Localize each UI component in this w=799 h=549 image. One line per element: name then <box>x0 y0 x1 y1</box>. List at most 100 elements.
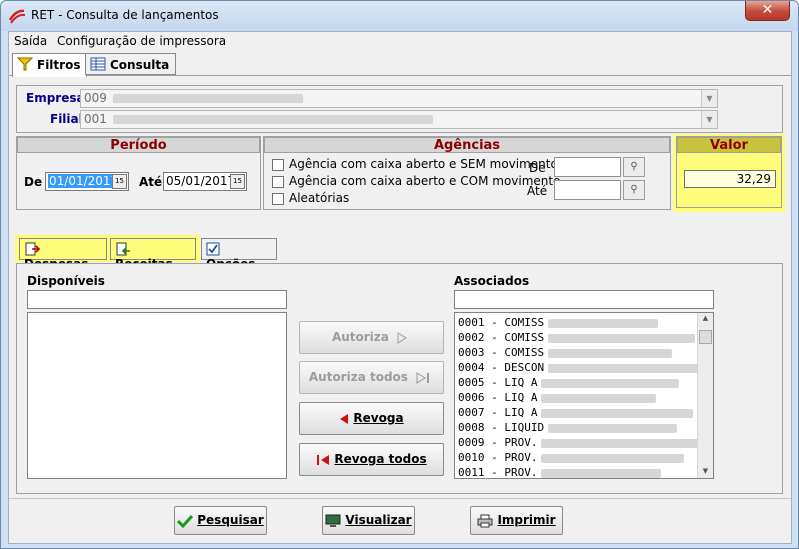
list-item[interactable]: 0002 - COMISS <box>458 331 696 344</box>
checkbox-aleatorias-label: Aleatórias <box>289 191 350 205</box>
list-item[interactable]: 0005 - LIQ A <box>458 376 680 389</box>
associados-label: Associados <box>454 274 530 288</box>
list-item-redacted <box>548 318 659 328</box>
scroll-down-icon[interactable]: ▼ <box>699 467 712 477</box>
app-logo-icon <box>8 9 26 24</box>
periodo-title: Período <box>17 137 260 153</box>
revoga-label: Revoga <box>353 411 404 425</box>
subtab-opcoes[interactable]: Opções <box>201 238 277 271</box>
list-item-redacted <box>541 393 657 403</box>
chevron-down-icon[interactable]: ▼ <box>701 111 717 128</box>
menu-bar: Saída Configuração de impressora <box>9 32 791 50</box>
list-item-label: 0007 - LIQ A <box>458 406 538 419</box>
data-ate-value: 05/01/2017 <box>166 174 236 188</box>
disponiveis-list[interactable] <box>27 312 287 479</box>
list-item[interactable]: 0003 - COMISS <box>458 346 673 359</box>
list-item-label: 0003 - COMISS <box>458 346 545 359</box>
tab-filtros[interactable]: Filtros <box>12 53 88 77</box>
menu-configuracao-impressora[interactable]: Configuração de impressora <box>57 34 226 48</box>
empresa-label: Empresa <box>26 91 85 105</box>
binoculars-icon[interactable]: ⚲ <box>623 180 645 200</box>
filial-name-redacted <box>112 115 433 124</box>
associados-filter-input[interactable] <box>454 290 714 309</box>
app-window: RET - Consulta de lançamentos ✕ Saída Co… <box>0 0 799 549</box>
list-item[interactable]: 0011 - PROV. <box>458 466 662 479</box>
table-icon <box>90 57 106 71</box>
ate-label: Até <box>139 175 163 189</box>
calendar-icon[interactable]: 15 <box>230 174 245 189</box>
checkbox-com-movimento-label: Agência com caixa aberto e COM movimento <box>289 174 561 188</box>
imprimir-label: Imprimir <box>497 513 556 527</box>
visualizar-label: Visualizar <box>345 513 412 527</box>
client-area: Saída Configuração de impressora Filtros… <box>8 31 792 544</box>
list-item-redacted <box>541 453 685 463</box>
title-bar[interactable]: RET - Consulta de lançamentos ✕ <box>1 1 798 31</box>
document-out-icon <box>25 242 40 256</box>
list-item-redacted <box>548 333 696 343</box>
scroll-thumb[interactable] <box>699 330 712 344</box>
list-item[interactable]: 0001 - COMISS <box>458 316 659 329</box>
vertical-scrollbar[interactable]: ▲ ▼ <box>697 313 713 478</box>
close-button[interactable]: ✕ <box>745 1 790 21</box>
list-item-redacted <box>548 363 710 373</box>
subtab-receitas[interactable]: Receitas <box>110 238 196 271</box>
scroll-up-icon[interactable]: ▲ <box>699 314 712 324</box>
agencia-ate-input[interactable] <box>554 180 621 200</box>
empresa-value: 009 <box>84 91 107 105</box>
list-item-label: 0005 - LIQ A <box>458 376 538 389</box>
revoga-button[interactable]: Revoga <box>299 402 444 435</box>
list-item-label: 0011 - PROV. <box>458 466 538 479</box>
associados-list[interactable]: 0011 - PROV. 0010 - PROV. 0009 - PROV. 0008… <box>454 312 714 479</box>
list-item[interactable]: 0008 - LIQUID <box>458 421 678 434</box>
list-item-redacted <box>548 423 678 433</box>
revoga-todos-button[interactable]: Revoga todos <box>299 443 444 476</box>
checkbox-sem-movimento[interactable] <box>272 159 284 171</box>
list-item[interactable]: 0006 - LIQ A <box>458 391 657 404</box>
menu-saida[interactable]: Saída <box>14 34 47 48</box>
list-item-redacted <box>541 468 662 478</box>
autoriza-todos-button[interactable]: Autoriza todos <box>299 361 444 394</box>
subtab-despesas[interactable]: Despesas <box>19 238 107 271</box>
data-de-input[interactable]: 01/01/2017 15 <box>45 172 129 191</box>
data-ate-input[interactable]: 05/01/2017 15 <box>163 172 247 191</box>
imprimir-button[interactable]: Imprimir <box>470 506 563 535</box>
checkbox-checked-icon <box>206 242 220 256</box>
list-item-label: 0006 - LIQ A <box>458 391 538 404</box>
revoga-todos-label: Revoga todos <box>334 452 427 466</box>
funnel-icon <box>17 57 33 71</box>
printer-icon <box>477 514 493 527</box>
list-item[interactable]: 0007 - LIQ A <box>458 406 694 419</box>
checkbox-com-movimento[interactable] <box>272 176 284 188</box>
list-item-redacted <box>541 378 680 388</box>
list-item[interactable]: 0010 - PROV. <box>458 451 685 464</box>
play-left-icon <box>340 413 349 424</box>
list-item-redacted <box>541 438 708 448</box>
pesquisar-button[interactable]: Pesquisar <box>174 506 267 535</box>
chevron-down-icon[interactable]: ▼ <box>701 90 717 107</box>
skip-start-icon <box>317 454 330 465</box>
binoculars-icon[interactable]: ⚲ <box>623 157 645 177</box>
calendar-icon[interactable]: 15 <box>112 174 127 189</box>
filial-combo[interactable]: 001 ▼ <box>80 110 718 129</box>
list-item[interactable]: 0004 - DESCON <box>458 361 710 374</box>
lists-panel: Disponíveis Autoriza Autoriza todos Revo… <box>16 263 783 494</box>
filial-label: Filial <box>50 112 83 126</box>
empresa-combo[interactable]: 009 ▼ <box>80 89 718 108</box>
tab-consulta[interactable]: Consulta <box>85 53 177 75</box>
disponiveis-label: Disponíveis <box>27 274 105 288</box>
visualizar-button[interactable]: Visualizar <box>322 506 415 535</box>
list-item-redacted <box>541 408 694 418</box>
list-item[interactable]: 0009 - PROV. <box>458 436 708 449</box>
checkbox-aleatorias[interactable] <box>272 193 284 205</box>
agencias-panel: Agências Agência com caixa aberto e SEM … <box>263 136 671 210</box>
agencia-de-input[interactable] <box>554 157 621 177</box>
pesquisar-label: Pesquisar <box>197 513 264 527</box>
tab-filtros-label: Filtros <box>37 58 81 72</box>
autoriza-button[interactable]: Autoriza <box>299 321 444 354</box>
valor-input[interactable]: 32,29 <box>684 170 776 188</box>
periodo-panel: Período De 01/01/2017 15 Até 05/01/2017 … <box>16 136 261 210</box>
list-item-label: 0009 - PROV. <box>458 436 538 449</box>
data-de-value: 01/01/2017 <box>48 174 120 188</box>
disponiveis-filter-input[interactable] <box>27 290 287 309</box>
list-item-label: 0002 - COMISS <box>458 331 545 344</box>
